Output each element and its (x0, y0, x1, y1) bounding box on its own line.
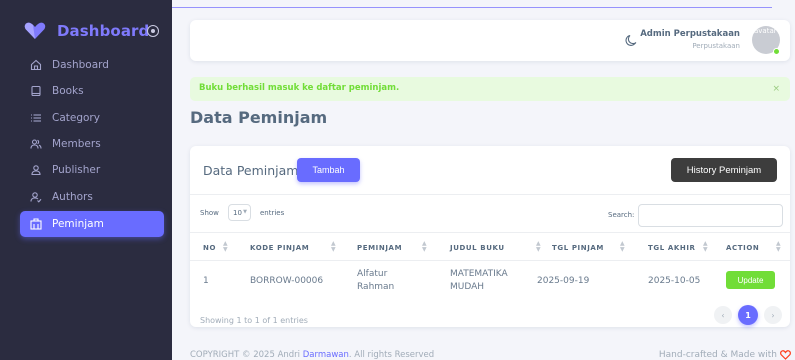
avatar-alt-text: avatar (754, 27, 777, 35)
entries-select[interactable]: 10 ▼ (228, 204, 251, 221)
sidebar-item-label: Peminjam (52, 217, 104, 230)
table-header-kode[interactable]: KODE PINJAM (250, 244, 309, 252)
sidebar-item-dashboard[interactable]: Dashboard (20, 52, 164, 78)
page-title: Data Peminjam (190, 108, 328, 127)
heart-icon (780, 350, 791, 360)
user-icon (31, 165, 41, 176)
sidebar-item-peminjam[interactable]: Peminjam (20, 210, 164, 237)
add-button[interactable]: Tambah (297, 158, 360, 182)
sidebar-item-authors[interactable]: Authors (20, 183, 164, 209)
table-header-tgl-pinjam[interactable]: TGL PINJAM (552, 244, 604, 252)
sort-icon[interactable]: ▲ ▼ (703, 241, 708, 253)
user-role: Perpustakaan (692, 42, 740, 50)
sort-icon[interactable]: ▲ ▼ (331, 241, 336, 253)
cell-judul-line1: MATEMATIKA (450, 269, 508, 279)
brand-title: Dashboard (57, 22, 150, 40)
entries-label: entries (260, 209, 285, 217)
pagination-next[interactable]: › (764, 306, 782, 324)
pagination-page-1[interactable]: 1 (738, 305, 758, 325)
online-status-dot (773, 48, 780, 55)
sidebar-item-label: Members (52, 138, 101, 151)
success-alert: Buku berhasil masuk ke daftar peminjam. … (190, 77, 790, 101)
show-label: Show (200, 209, 219, 217)
chevron-down-icon: ▼ (243, 209, 247, 215)
made-with-label: Hand-crafted & Made with (658, 350, 777, 360)
home-icon (30, 59, 42, 71)
table-header-no[interactable]: NO (203, 244, 216, 252)
pagination-prev[interactable]: ‹ (714, 306, 732, 324)
sidebar-item-label: Publisher (52, 164, 101, 177)
copyright-suffix: . All rights Reserved (348, 350, 435, 360)
sidebar-item-label: Category (52, 111, 100, 124)
sort-icon[interactable]: ▲ ▼ (620, 241, 625, 253)
top-divider (172, 7, 772, 8)
made-with-text: Hand-crafted & Made with (659, 350, 791, 360)
table-header-tgl-akhir[interactable]: TGL AKHIR (648, 244, 696, 252)
user-check-icon (30, 191, 42, 203)
sort-icon[interactable]: ▲ ▼ (536, 241, 541, 253)
cell-peminjam-line1: Alfatur (357, 269, 388, 279)
sidebar-item-label: Dashboard (52, 59, 109, 72)
table-header-judul[interactable]: JUDUL BUKU (450, 244, 505, 252)
cell-judul-line2: MUDAH (450, 282, 485, 292)
sidebar-item-label: Authors (52, 190, 93, 203)
users-icon (30, 139, 42, 149)
search-input[interactable] (638, 204, 783, 227)
table-header-peminjam[interactable]: PEMINJAM (357, 244, 402, 252)
card-title: Data Peminjam (203, 163, 299, 178)
update-button[interactable]: Update (726, 271, 775, 289)
sidebar-item-label: Books (52, 85, 84, 98)
card-divider (190, 194, 790, 195)
sidebar-item-books[interactable]: Books (20, 78, 164, 104)
heart-logo-icon (24, 22, 46, 39)
user-name: Admin Perpustakaan (640, 29, 740, 39)
sidebar-item-category[interactable]: Category (20, 105, 164, 131)
table-info: Showing 1 to 1 of 1 entries (200, 316, 308, 325)
close-icon[interactable]: × (772, 84, 780, 94)
moon-icon[interactable] (625, 34, 638, 47)
history-button[interactable]: History Peminjam (671, 158, 777, 182)
list-icon (31, 114, 41, 122)
brand[interactable]: Dashboard (24, 19, 149, 43)
copyright-text: COPYRIGHT © 2025 Andri Darmawan. All rig… (190, 350, 434, 360)
alert-message: Buku berhasil masuk ke daftar peminjam. (199, 83, 400, 93)
sidebar-menu: Dashboard Books Category Members Publish… (20, 52, 164, 237)
table-header-action[interactable]: ACTION (726, 244, 759, 252)
sidebar-toggle-icon[interactable] (147, 25, 159, 37)
sort-icon[interactable]: ▲ ▼ (422, 241, 427, 253)
author-link[interactable]: Darmawan (303, 350, 349, 360)
peminjam-card: Data Peminjam Tambah History Peminjam Sh… (190, 146, 790, 327)
cell-kode: BORROW-00006 (250, 276, 324, 286)
table-divider (190, 232, 790, 233)
building-icon (30, 218, 42, 230)
table-divider (190, 260, 790, 261)
sort-icon[interactable]: ▲ ▼ (223, 241, 228, 253)
book-icon (31, 86, 41, 97)
cell-tgl-akhir: 2025-10-05 (648, 276, 701, 286)
copyright-prefix: COPYRIGHT © 2025 Andri (190, 350, 303, 360)
sidebar-item-publisher[interactable]: Publisher (20, 157, 164, 183)
cell-tgl-pinjam: 2025-09-19 (537, 276, 590, 286)
entries-select-value: 10 (233, 209, 242, 217)
search-label: Search: (608, 211, 635, 219)
cell-no: 1 (203, 276, 209, 286)
sidebar-item-members[interactable]: Members (20, 131, 164, 157)
sidebar: Dashboard Dashboard Books Category Membe… (0, 0, 172, 360)
cell-peminjam-line2: Rahman (357, 282, 395, 292)
sort-icon[interactable]: ▲ ▼ (776, 241, 781, 253)
top-navbar: Admin Perpustakaan Perpustakaan avatar (190, 20, 790, 61)
